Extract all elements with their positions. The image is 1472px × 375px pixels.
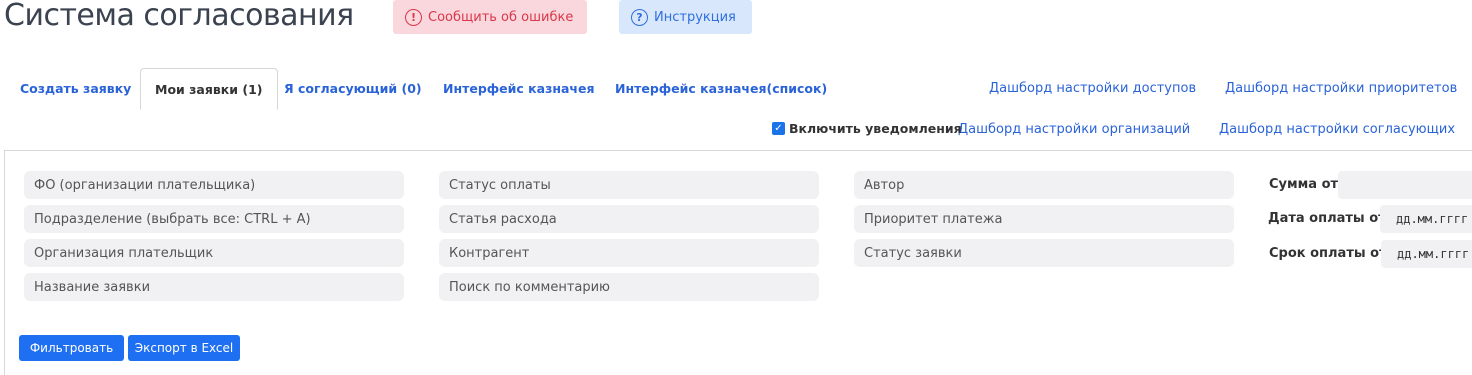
notifications-label: Включить уведомления [789, 121, 962, 136]
filter-payment-status-select[interactable]: Статус оплаты [439, 171, 819, 199]
pay-date-from-input[interactable]: дд.мм.гггг [1380, 205, 1472, 233]
dashboard-approvers-link[interactable]: Дашборд настройки согласующих [1219, 122, 1455, 137]
filter-panel-left-border [4, 150, 5, 375]
filter-department-select[interactable]: Подразделение (выбрать все: CTRL + A) [24, 205, 404, 233]
export-excel-button[interactable]: Экспорт в Excel [128, 335, 240, 361]
page-title: Система согласования [4, 0, 354, 33]
due-date-from-input[interactable]: дд.мм.гггг [1381, 240, 1472, 268]
report-error-label: Сообщить об ошибке [428, 9, 574, 25]
filter-payer-org-select[interactable]: Организация плательщик [24, 239, 404, 267]
report-error-button[interactable]: ! Сообщить об ошибке [393, 0, 587, 34]
filter-button[interactable]: Фильтровать [19, 335, 124, 361]
filter-comment-search-input[interactable]: Поиск по комментарию [439, 273, 819, 301]
filter-counterparty-select[interactable]: Контрагент [439, 239, 819, 267]
filter-fo-select[interactable]: ФО (организации плательщика) [24, 171, 404, 199]
dashboard-organizations-link[interactable]: Дашборд настройки организаций [958, 122, 1190, 137]
tab-treasurer-list[interactable]: Интерфейс казначея(список) [615, 68, 827, 108]
question-circle-icon: ? [631, 8, 648, 26]
filter-priority-select[interactable]: Приоритет платежа [854, 205, 1234, 233]
instruction-button[interactable]: ? Инструкция [619, 0, 752, 34]
instruction-label: Инструкция [654, 9, 736, 25]
tab-treasurer-interface[interactable]: Интерфейс казначея [443, 68, 595, 108]
tab-i-approver[interactable]: Я согласующий (0) [284, 68, 422, 108]
filter-request-status-select[interactable]: Статус заявки [854, 239, 1234, 267]
checkbox-checked-icon[interactable]: ✓ [772, 122, 785, 135]
exclamation-circle-icon: ! [405, 8, 422, 26]
pay-date-from-label: Дата оплаты от [1268, 211, 1386, 226]
tab-my-requests[interactable]: Мои заявки (1) [140, 68, 278, 110]
sum-from-label: Сумма от [1269, 177, 1339, 192]
filter-request-name-input[interactable]: Название заявки [24, 273, 404, 301]
dashboard-access-link[interactable]: Дашборд настройки доступов [989, 81, 1196, 96]
notifications-toggle[interactable]: ✓ Включить уведомления [772, 121, 962, 136]
sum-from-input[interactable] [1338, 171, 1472, 199]
filter-panel-border [4, 150, 1472, 151]
filter-expense-item-select[interactable]: Статья расхода [439, 205, 819, 233]
filter-author-select[interactable]: Автор [854, 171, 1234, 199]
due-date-from-label: Срок оплаты от [1269, 246, 1387, 261]
dashboard-priorities-link[interactable]: Дашборд настройки приоритетов [1225, 81, 1457, 96]
tab-create-request[interactable]: Создать заявку [20, 68, 131, 108]
